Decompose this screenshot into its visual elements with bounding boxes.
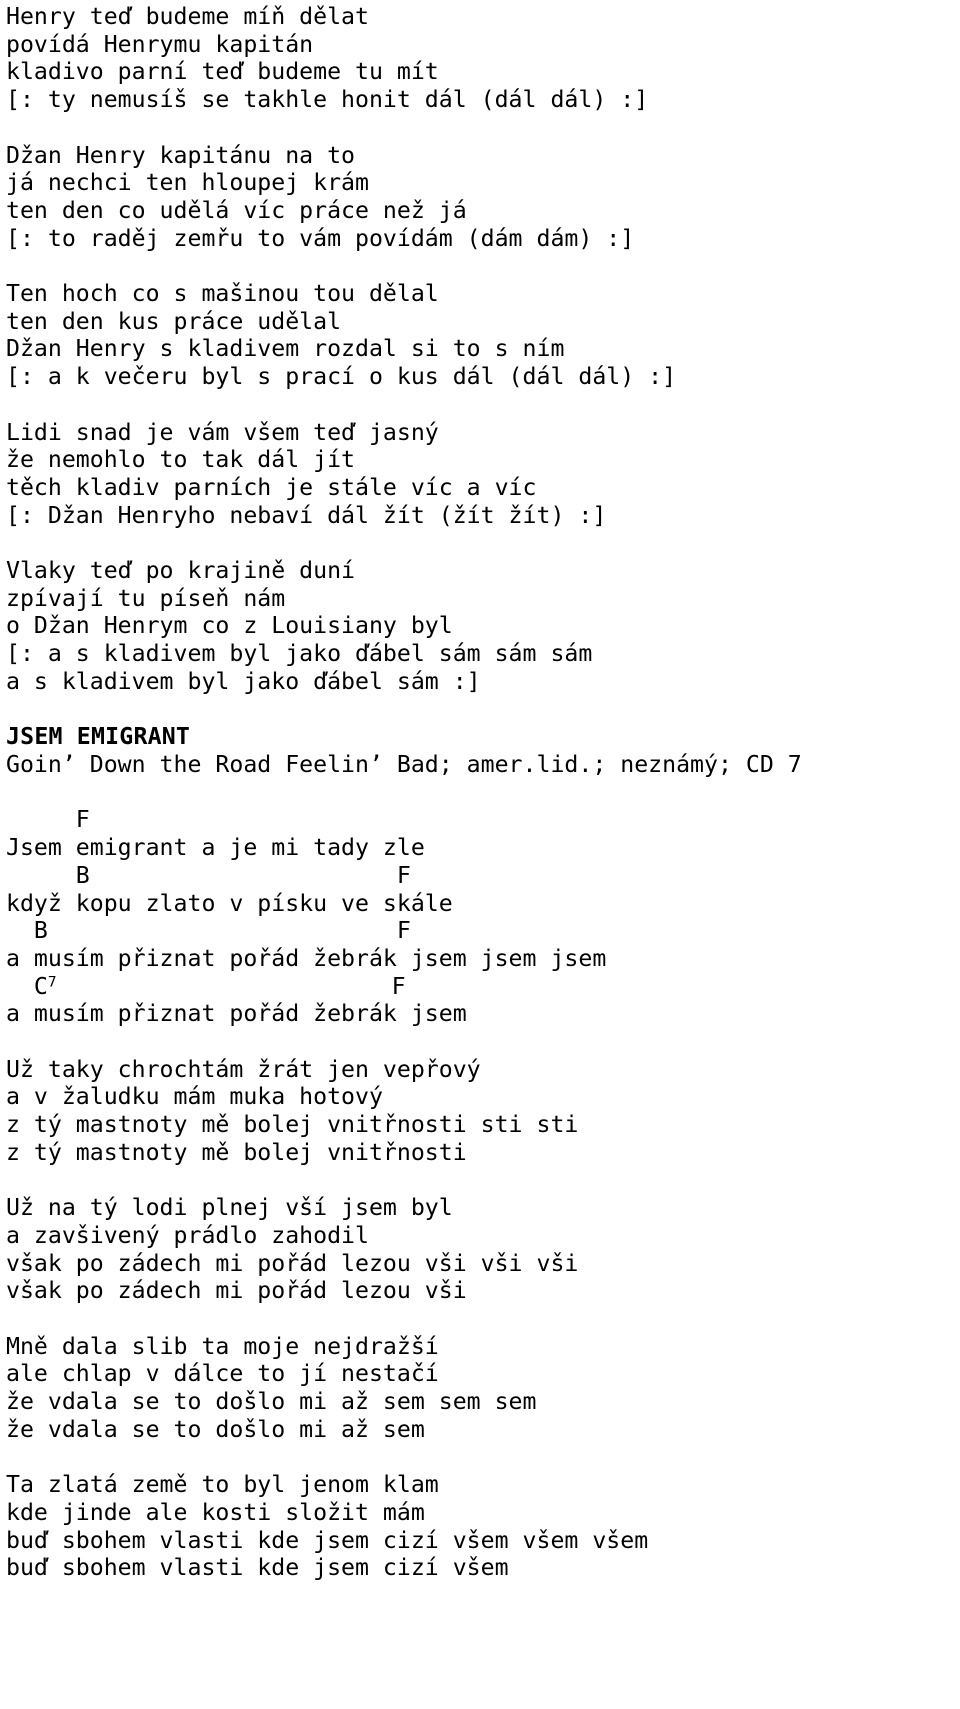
verse: Ta zlatá země to byl jenom klam kde jind… <box>6 1471 956 1582</box>
verse: Už na tý lodi plnej vší jsem byl a zavši… <box>6 1194 956 1305</box>
lyric-line: ten den kus práce udělal <box>6 307 342 335</box>
lyric-line: a zavšivený prádlo zahodil <box>6 1221 369 1249</box>
lyric-line: však po zádech mi pořád lezou vši <box>6 1277 467 1305</box>
chord-root: C <box>6 972 48 1000</box>
lyric-line: Ta zlatá země to byl jenom klam <box>6 1471 439 1499</box>
lyric-line: a v žaludku mám muka hotový <box>6 1083 383 1111</box>
stanza: Vlaky teď po krajině duní zpívají tu pís… <box>6 557 956 696</box>
lyric-line: těch kladiv parních je stále víc a víc <box>6 473 537 501</box>
lyric-line: buď sbohem vlasti kde jsem cizí všem <box>6 1554 509 1582</box>
lyric-line: [: a s kladivem byl jako ďábel sám sám s… <box>6 640 593 668</box>
verse: Už taky chrochtám žrát jen vepřový a v ž… <box>6 1056 956 1167</box>
stanza: Lidi snad je vám všem teď jasný že nemoh… <box>6 419 956 530</box>
lyric-line: povídá Henrymu kapitán <box>6 30 314 58</box>
lyric-line: a s kladivem byl jako ďábel sám :] <box>6 667 481 695</box>
lyric-line: [: to raděj zemřu to vám povídám (dám dá… <box>6 224 635 252</box>
lyric-line: Vlaky teď po krajině duní <box>6 557 356 585</box>
chord-superscript: 7 <box>47 974 57 991</box>
lyric-line: z tý mastnoty mě bolej vnitřnosti <box>6 1138 467 1166</box>
chorus-block: F Jsem emigrant a je mi tady zle B F kdy… <box>6 806 956 1028</box>
song-title: JSEM EMIGRANT <box>6 723 191 751</box>
lyric-line: [: ty nemusíš se takhle honit dál (dál d… <box>6 86 649 114</box>
lyric-line: Mně dala slib ta moje nejdražší <box>6 1332 439 1360</box>
chord-line-c7: C7 F <box>6 973 956 1001</box>
lyric-line: buď sbohem vlasti kde jsem cizí všem vše… <box>6 1526 649 1554</box>
lyric-line: Džan Henry kapitánu na to <box>6 141 356 169</box>
lyric-line: já nechci ten hloupej krám <box>6 169 369 197</box>
lyric-line: a musím přiznat pořád žebrák jsem <box>6 1000 467 1028</box>
page-canvas: Henry teď budeme míň dělat povídá Henrym… <box>0 0 960 1709</box>
lyric-line: [: a k večeru byl s prací o kus dál (dál… <box>6 363 677 391</box>
lyric-line: kde jinde ale kosti složit mám <box>6 1498 425 1526</box>
stanza: Henry teď budeme míň dělat povídá Henrym… <box>6 3 956 114</box>
chord-trailing: F <box>56 972 406 1000</box>
lyric-line: že vdala se to došlo mi až sem <box>6 1415 425 1443</box>
chord-line: B F <box>6 917 411 945</box>
lyric-line: že nemohlo to tak dál jít <box>6 446 356 474</box>
lyric-line: Ten hoch co s mašinou tou dělal <box>6 280 439 308</box>
lyric-line: že vdala se to došlo mi až sem sem sem <box>6 1388 537 1416</box>
lyric-line: Už taky chrochtám žrát jen vepřový <box>6 1055 481 1083</box>
lyric-line: o Džan Henrym co z Louisiany byl <box>6 612 453 640</box>
lyric-line: z tý mastnoty mě bolej vnitřnosti sti st… <box>6 1111 579 1139</box>
song-document: Henry teď budeme míň dělat povídá Henrym… <box>6 3 956 1582</box>
lyric-line: zpívají tu píseň nám <box>6 584 286 612</box>
chord-line: B F <box>6 861 411 889</box>
lyric-line: Jsem emigrant a je mi tady zle <box>6 834 425 862</box>
stanza: Ten hoch co s mašinou tou dělal ten den … <box>6 280 956 391</box>
lyric-line: Henry teď budeme míň dělat <box>6 3 369 30</box>
lyric-line: Lidi snad je vám všem teď jasný <box>6 418 439 446</box>
song-credits: Goin’ Down the Road Feelin’ Bad; amer.li… <box>6 750 802 778</box>
lyric-line: ten den co udělá víc práce než já <box>6 196 467 224</box>
lyric-line: a musím přiznat pořád žebrák jsem jsem j… <box>6 944 607 972</box>
lyric-line: Už na tý lodi plnej vší jsem byl <box>6 1194 453 1222</box>
chord-line: F <box>6 806 90 834</box>
verse: Mně dala slib ta moje nejdražší ale chla… <box>6 1333 956 1444</box>
lyric-line: však po zádech mi pořád lezou vši vši vš… <box>6 1249 579 1277</box>
stanza: Džan Henry kapitánu na to já nechci ten … <box>6 142 956 253</box>
lyric-line: ale chlap v dálce to jí nestačí <box>6 1360 439 1388</box>
lyric-line: Džan Henry s kladivem rozdal si to s ním <box>6 335 565 363</box>
lyric-line: když kopu zlato v písku ve skále <box>6 889 453 917</box>
lyric-line: [: Džan Henryho nebaví dál žít (žít žít)… <box>6 501 607 529</box>
lyric-line: kladivo parní teď budeme tu mít <box>6 58 439 86</box>
